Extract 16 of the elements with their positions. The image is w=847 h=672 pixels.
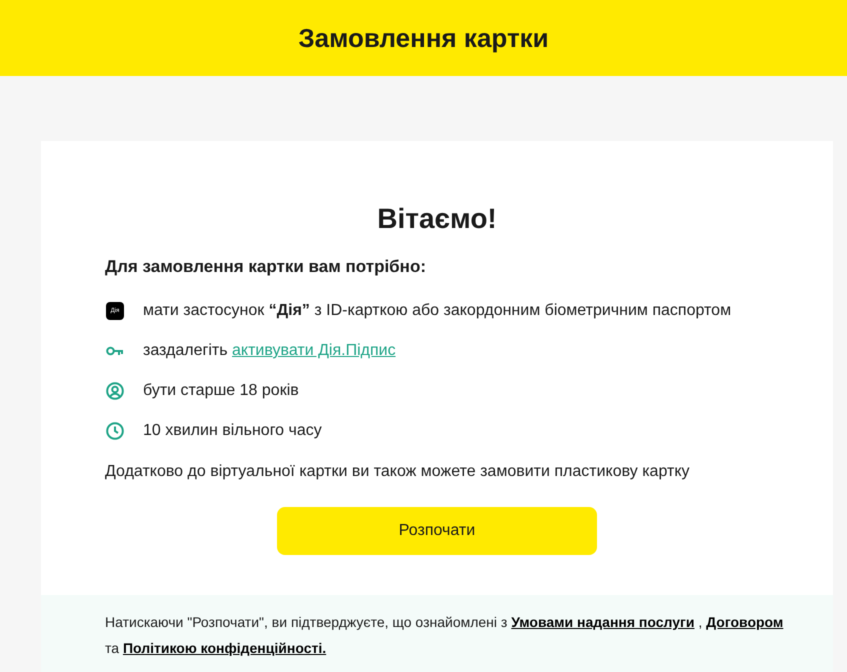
requirement-text: заздалегіть активувати Дія.Підпис (143, 342, 396, 360)
clock-icon (106, 422, 124, 440)
page-title: Замовлення картки (298, 22, 549, 54)
start-button[interactable]: Розпочати (277, 507, 597, 555)
policy-link[interactable]: Політикою конфіденційності. (122, 640, 326, 656)
key-icon (106, 346, 124, 356)
welcome-title: Вітаємо! (376, 203, 498, 235)
requirement-text: мати застосунок “Дія” з ID-карткою або закордонним біометричним паспортом (143, 302, 732, 320)
requirement-text: 10 хвилин вільного часу (143, 422, 322, 440)
policy-link[interactable]: Договором (706, 614, 784, 630)
requirements-heading: Для замовлення картки вам потрібно: (105, 257, 427, 277)
note-text: Додатково до віртуальної картки ви також можете замовити пластикову картку (105, 463, 691, 481)
policy-link[interactable]: Умовами надання послуги (511, 614, 694, 630)
user-icon (106, 382, 124, 400)
consent-text: Натискаючи "Розпочати", ви підтверджуєте, що ознайомлені з Умовами надання послуги , Договором та Політикою конфіденційності. (105, 614, 784, 656)
requirement-text: бути старше 18 років (143, 382, 299, 400)
